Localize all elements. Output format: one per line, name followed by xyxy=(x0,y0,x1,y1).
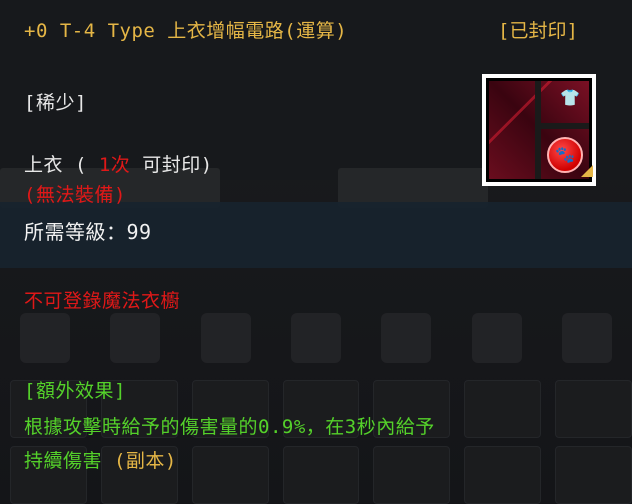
bg-house-icon xyxy=(381,313,432,363)
game-screen: +0 T-4 Type 上衣增幅電路(運算) [已封印] 👕 🐾 [稀少] 上衣… xyxy=(0,0,632,504)
slot-prefix: 上衣 ( xyxy=(24,154,99,176)
top-armor-circuit-icon: 👕 🐾 xyxy=(482,74,596,186)
bg-box-icon xyxy=(200,313,251,363)
slot-suffix: 可封印) xyxy=(130,154,213,176)
bg-pet-icon xyxy=(561,313,612,363)
slot-seal-info: 上衣 ( 1次 可封印) xyxy=(24,150,213,177)
cannot-equip-warning: (無法裝備) xyxy=(24,184,126,206)
required-level: 所需等級：99 xyxy=(24,220,152,244)
extra-effect-line-2-text: 持續傷害 xyxy=(24,450,114,472)
extra-effect-line-1: 根據攻擊時給予的傷害量的0.9%，在3秒內給予 xyxy=(24,416,435,438)
bg-document-icon xyxy=(110,313,161,363)
seal-count: 1次 xyxy=(98,154,131,176)
shirt-icon: 👕 xyxy=(560,88,580,107)
bg-shirt-icon xyxy=(471,313,522,363)
item-rarity: [稀少] xyxy=(24,92,87,114)
extra-effect-line-2: 持續傷害 (副本) xyxy=(24,446,177,473)
item-title: +0 T-4 Type 上衣增幅電路(運算) xyxy=(24,20,348,42)
corner-mark-icon xyxy=(581,165,593,177)
bg-box-open-icon xyxy=(290,313,341,363)
no-register-warning: 不可登錄魔法衣櫥 xyxy=(24,290,181,312)
extra-effect-header: [額外效果] xyxy=(24,380,126,402)
background-icon-row xyxy=(0,308,632,368)
dungeon-tag: (副本) xyxy=(113,450,177,472)
item-art: 👕 🐾 xyxy=(489,81,593,179)
bg-character-icon xyxy=(20,313,71,363)
paw-badge-icon: 🐾 xyxy=(547,137,583,173)
sealed-status: [已封印] xyxy=(498,20,578,42)
